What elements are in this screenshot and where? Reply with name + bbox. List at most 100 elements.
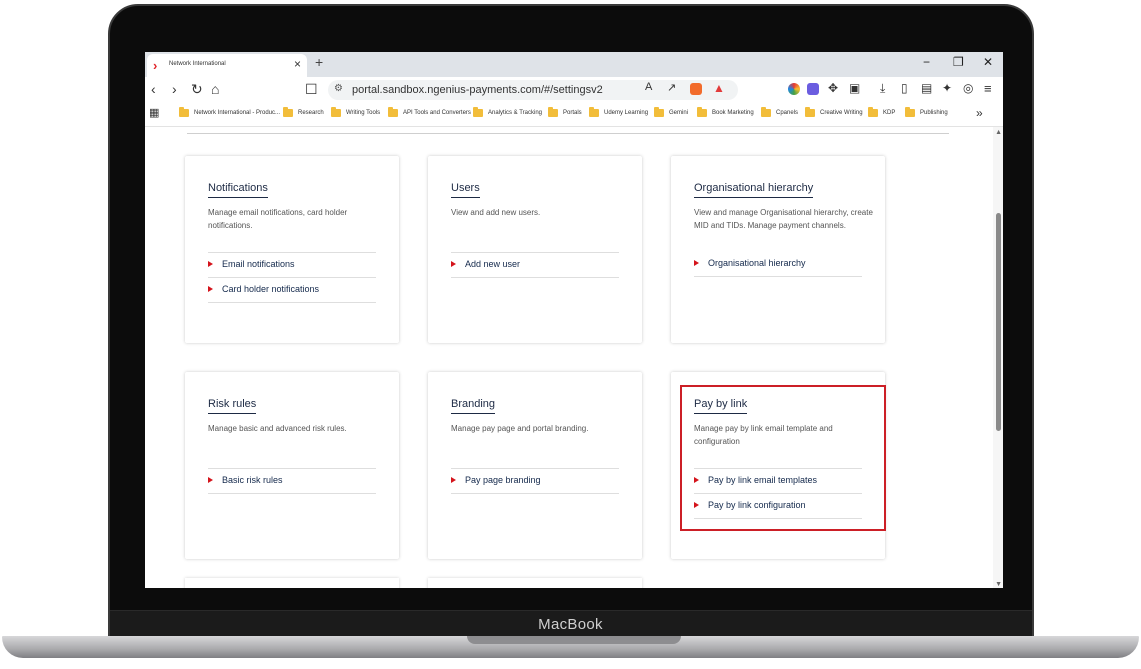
- highlight-box: [680, 385, 886, 531]
- scrollbar-thumb[interactable]: [996, 213, 1001, 431]
- laptop-notch: [467, 636, 681, 644]
- reload-icon[interactable]: ↻: [191, 81, 203, 98]
- arrow-right-icon: [451, 477, 456, 483]
- bookmark-item[interactable]: Book Marketing: [697, 107, 754, 117]
- folder-icon: [805, 107, 815, 117]
- bookmark-item[interactable]: Research: [283, 107, 324, 117]
- card-description: View and add new users.: [451, 208, 541, 217]
- folder-icon: [283, 107, 293, 117]
- folder-icon: [868, 107, 878, 117]
- link-organisational-hierarchy[interactable]: Organisational hierarchy: [694, 252, 862, 277]
- folder-icon: [654, 107, 664, 117]
- link-email-notifications[interactable]: Email notifications: [208, 252, 376, 277]
- folder-icon: [388, 107, 398, 117]
- tab-strip: › Network International × + − ❐ ✕: [145, 52, 1003, 77]
- home-icon[interactable]: ⌂: [211, 81, 219, 97]
- menu-icon[interactable]: ≡: [984, 81, 992, 96]
- ai-icon[interactable]: ✦: [942, 81, 952, 95]
- browser-tab[interactable]: › Network International ×: [147, 54, 307, 77]
- card-partial: [428, 578, 642, 588]
- download-icon[interactable]: ⤓: [880, 81, 885, 96]
- bookmark-item[interactable]: Udemy Learning: [589, 107, 648, 117]
- brave-rewards-icon[interactable]: ▲: [713, 81, 725, 95]
- link-card-holder-notifications[interactable]: Card holder notifications: [208, 277, 376, 303]
- bookmark-item[interactable]: Cpanels: [761, 107, 798, 117]
- screen: › Network International × + − ❐ ✕ ‹ › ↻ …: [145, 52, 1003, 588]
- card-partial: [185, 578, 399, 588]
- arrow-right-icon: [208, 477, 213, 483]
- card-risk-rules: Risk rules Manage basic and advanced ris…: [185, 372, 399, 559]
- link-basic-risk-rules[interactable]: Basic risk rules: [208, 468, 376, 494]
- sidebar-icon[interactable]: ▯: [901, 81, 908, 95]
- window-close-icon[interactable]: ✕: [983, 55, 993, 69]
- bookmark-item[interactable]: Network International - Produc...: [179, 107, 280, 117]
- restore-icon[interactable]: ❐: [953, 55, 964, 69]
- screenshot-icon[interactable]: ▣: [849, 81, 860, 95]
- network-logo-icon: ›: [153, 58, 158, 73]
- scrollbar[interactable]: ▲ ▼: [993, 127, 1003, 588]
- wallet-icon[interactable]: ▤: [921, 81, 932, 95]
- tab-title: Network International: [169, 61, 226, 67]
- folder-icon: [905, 107, 915, 117]
- url-text: portal.sandbox.ngenius-payments.com/#/se…: [352, 84, 603, 96]
- extension-d-icon[interactable]: [807, 83, 819, 95]
- folder-icon: [548, 107, 558, 117]
- bookmark-item[interactable]: API Tools and Converters: [388, 107, 471, 117]
- card-description: Manage pay page and portal branding.: [451, 424, 589, 433]
- bookmark-icon[interactable]: ☐: [305, 81, 318, 98]
- bookmark-item[interactable]: KDP: [868, 107, 895, 117]
- apps-grid-icon[interactable]: ▦: [149, 106, 159, 119]
- folder-icon: [473, 107, 483, 117]
- folder-icon: [697, 107, 707, 117]
- card-description: Manage email notifications, card holder …: [208, 208, 348, 230]
- card-description: View and manage Organisational hierarchy…: [694, 208, 873, 230]
- folder-icon: [761, 107, 771, 117]
- close-tab-icon[interactable]: ×: [294, 57, 301, 71]
- site-settings-icon[interactable]: ⚙: [334, 83, 343, 94]
- divider: [187, 133, 949, 134]
- navigation-bar: ‹ › ↻ ⌂ ☐ ⚙ portal.sandbox.ngenius-payme…: [145, 77, 1003, 104]
- card-title: Organisational hierarchy: [694, 182, 814, 198]
- arrow-right-icon: [451, 261, 456, 267]
- bookmark-item[interactable]: Creative Writing: [805, 107, 863, 117]
- folder-icon: [331, 107, 341, 117]
- back-icon[interactable]: ‹: [151, 81, 156, 97]
- card-users: Users View and add new users. Add new us…: [428, 156, 642, 343]
- brave-shield-icon[interactable]: [690, 83, 702, 95]
- folder-icon: [179, 107, 189, 117]
- scroll-up-icon[interactable]: ▲: [995, 129, 1002, 136]
- card-description: Manage basic and advanced risk rules.: [208, 424, 347, 433]
- bookmark-item[interactable]: Publishing: [905, 107, 948, 117]
- read-aloud-icon[interactable]: A: [645, 81, 652, 93]
- settings-page: Notifications Manage email notifications…: [145, 127, 1003, 588]
- arrow-right-icon: [208, 261, 213, 267]
- folder-icon: [589, 107, 599, 117]
- card-organisational-hierarchy: Organisational hierarchy View and manage…: [671, 156, 885, 343]
- arrow-right-icon: [208, 286, 213, 292]
- bookmark-item[interactable]: Portals: [548, 107, 582, 117]
- bookmarks-bar: ▦ Network International - Produc... Rese…: [145, 104, 1003, 127]
- card-title: Risk rules: [208, 398, 257, 414]
- bookmarks-overflow-icon[interactable]: »: [976, 106, 983, 120]
- link-pay-page-branding[interactable]: Pay page branding: [451, 468, 619, 494]
- link-add-new-user[interactable]: Add new user: [451, 252, 619, 278]
- card-title: Notifications: [208, 182, 268, 198]
- card-branding: Branding Manage pay page and portal bran…: [428, 372, 642, 559]
- minimize-icon[interactable]: −: [923, 55, 930, 69]
- arrow-right-icon: [694, 260, 699, 266]
- card-title: Branding: [451, 398, 496, 414]
- card-notifications: Notifications Manage email notifications…: [185, 156, 399, 343]
- card-title: Users: [451, 182, 480, 198]
- share-icon[interactable]: ↗: [667, 81, 676, 94]
- forward-icon[interactable]: ›: [172, 81, 177, 97]
- laptop-brand: MacBook: [538, 616, 603, 633]
- address-bar[interactable]: ⚙ portal.sandbox.ngenius-payments.com/#/…: [328, 80, 738, 100]
- scroll-down-icon[interactable]: ▼: [995, 581, 1002, 588]
- extensions-icon[interactable]: ✥: [828, 81, 838, 95]
- new-tab-icon[interactable]: +: [315, 54, 323, 70]
- vpn-icon[interactable]: ◎: [963, 81, 973, 95]
- extension-color-icon[interactable]: [788, 83, 800, 95]
- bookmark-item[interactable]: Writing Tools: [331, 107, 380, 117]
- bookmark-item[interactable]: Gemini: [654, 107, 688, 117]
- bookmark-item[interactable]: Analytics & Tracking: [473, 107, 542, 117]
